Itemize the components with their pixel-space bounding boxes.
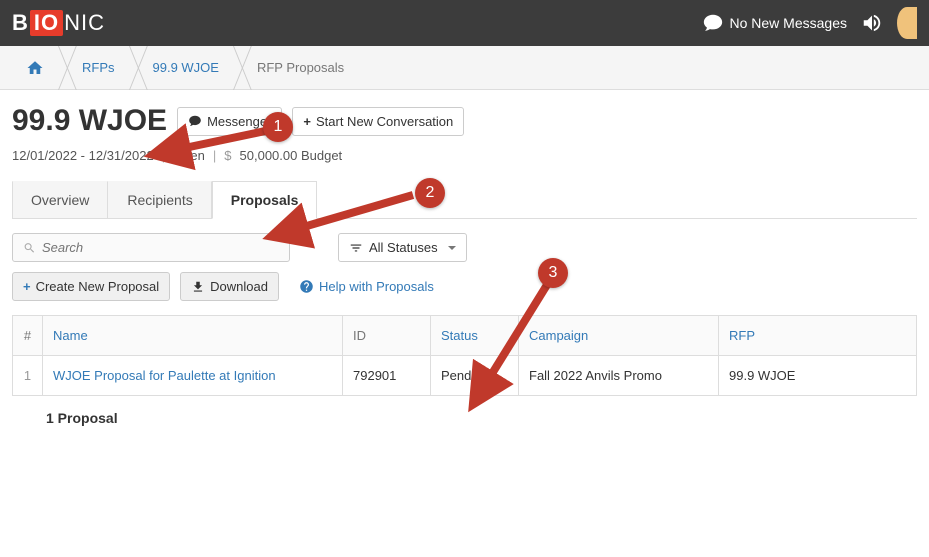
- breadcrumb-home[interactable]: [12, 59, 58, 77]
- tabs: Overview Recipients Proposals: [12, 181, 917, 219]
- plus-icon: +: [303, 114, 311, 129]
- page-title: 99.9 WJOE: [12, 104, 167, 138]
- topbar-right: No New Messages: [702, 7, 918, 39]
- col-num: #: [13, 316, 43, 356]
- messages-label: No New Messages: [730, 15, 848, 31]
- logo[interactable]: BIONIC: [12, 10, 105, 36]
- col-name[interactable]: Name: [43, 316, 343, 356]
- dollar-icon: $: [224, 148, 231, 163]
- plus-icon: +: [23, 279, 31, 294]
- breadcrumb: RFPs 99.9 WJOE RFP Proposals: [0, 46, 929, 90]
- download-button[interactable]: Download: [180, 272, 279, 301]
- proposal-link[interactable]: WJOE Proposal for Paulette at Ignition: [53, 368, 276, 383]
- table-row: 1 WJOE Proposal for Paulette at Ignition…: [13, 356, 917, 396]
- download-icon: [191, 280, 205, 294]
- search-input-wrap[interactable]: [12, 233, 290, 262]
- meta-row: 12/01/2022 - 12/31/2022 | Open | $ 50,00…: [12, 148, 917, 163]
- toolbar-row-1: All Statuses: [12, 233, 917, 262]
- chevron-down-icon: [448, 246, 456, 250]
- proposal-count: 1 Proposal: [12, 396, 917, 426]
- proposals-table: # Name ID Status Campaign RFP 1 WJOE Pro…: [12, 315, 917, 396]
- breadcrumb-sep: [58, 46, 68, 90]
- cell-rfp: 99.9 WJOE: [719, 356, 917, 396]
- chat-icon: [188, 114, 202, 128]
- col-rfp[interactable]: RFP: [719, 316, 917, 356]
- logo-part-nic: NIC: [64, 10, 105, 36]
- cell-name: WJOE Proposal for Paulette at Ignition: [43, 356, 343, 396]
- chat-icon: [702, 12, 724, 34]
- cell-num: 1: [13, 356, 43, 396]
- breadcrumb-station[interactable]: 99.9 WJOE: [139, 60, 233, 75]
- messages-button[interactable]: No New Messages: [702, 12, 848, 34]
- title-row: 99.9 WJOE Messenger + Start New Conversa…: [12, 104, 917, 138]
- start-conversation-button[interactable]: + Start New Conversation: [292, 107, 464, 136]
- help-label: Help with Proposals: [319, 279, 434, 294]
- download-label: Download: [210, 279, 268, 294]
- cell-campaign: Fall 2022 Anvils Promo: [519, 356, 719, 396]
- help-link[interactable]: Help with Proposals: [299, 279, 434, 294]
- topbar: BIONIC No New Messages: [0, 0, 929, 46]
- start-conversation-label: Start New Conversation: [316, 114, 453, 129]
- breadcrumb-rfps[interactable]: RFPs: [68, 60, 129, 75]
- col-campaign[interactable]: Campaign: [519, 316, 719, 356]
- status-filter-label: All Statuses: [369, 240, 438, 255]
- create-proposal-label: Create New Proposal: [36, 279, 160, 294]
- breadcrumb-sep: [233, 46, 243, 90]
- cell-status: Pending: [431, 356, 519, 396]
- create-proposal-button[interactable]: + Create New Proposal: [12, 272, 170, 301]
- search-icon: [23, 241, 36, 255]
- messenger-button[interactable]: Messenger: [177, 107, 282, 136]
- status-filter-dropdown[interactable]: All Statuses: [338, 233, 467, 262]
- help-icon: [299, 279, 314, 294]
- messenger-label: Messenger: [207, 114, 271, 129]
- breadcrumb-current: RFP Proposals: [243, 60, 358, 75]
- col-status[interactable]: Status: [431, 316, 519, 356]
- date-range: 12/01/2022 - 12/31/2022: [12, 148, 154, 163]
- breadcrumb-sep: [129, 46, 139, 90]
- home-icon: [26, 59, 44, 77]
- logo-part-b: B: [12, 10, 29, 36]
- table-header-row: # Name ID Status Campaign RFP: [13, 316, 917, 356]
- toolbar-row-2: + Create New Proposal Download Help with…: [12, 272, 917, 301]
- page-content: 99.9 WJOE Messenger + Start New Conversa…: [0, 90, 929, 440]
- tab-recipients[interactable]: Recipients: [108, 181, 211, 218]
- filter-icon: [349, 241, 363, 255]
- rfp-status: Open: [173, 148, 205, 163]
- col-id[interactable]: ID: [343, 316, 431, 356]
- cell-id: 792901: [343, 356, 431, 396]
- budget: 50,000.00 Budget: [240, 148, 343, 163]
- tab-proposals[interactable]: Proposals: [212, 181, 318, 219]
- logo-part-io: IO: [30, 10, 63, 36]
- avatar[interactable]: [897, 7, 917, 39]
- search-input[interactable]: [42, 240, 279, 255]
- tab-overview[interactable]: Overview: [12, 181, 108, 218]
- volume-icon[interactable]: [861, 12, 883, 34]
